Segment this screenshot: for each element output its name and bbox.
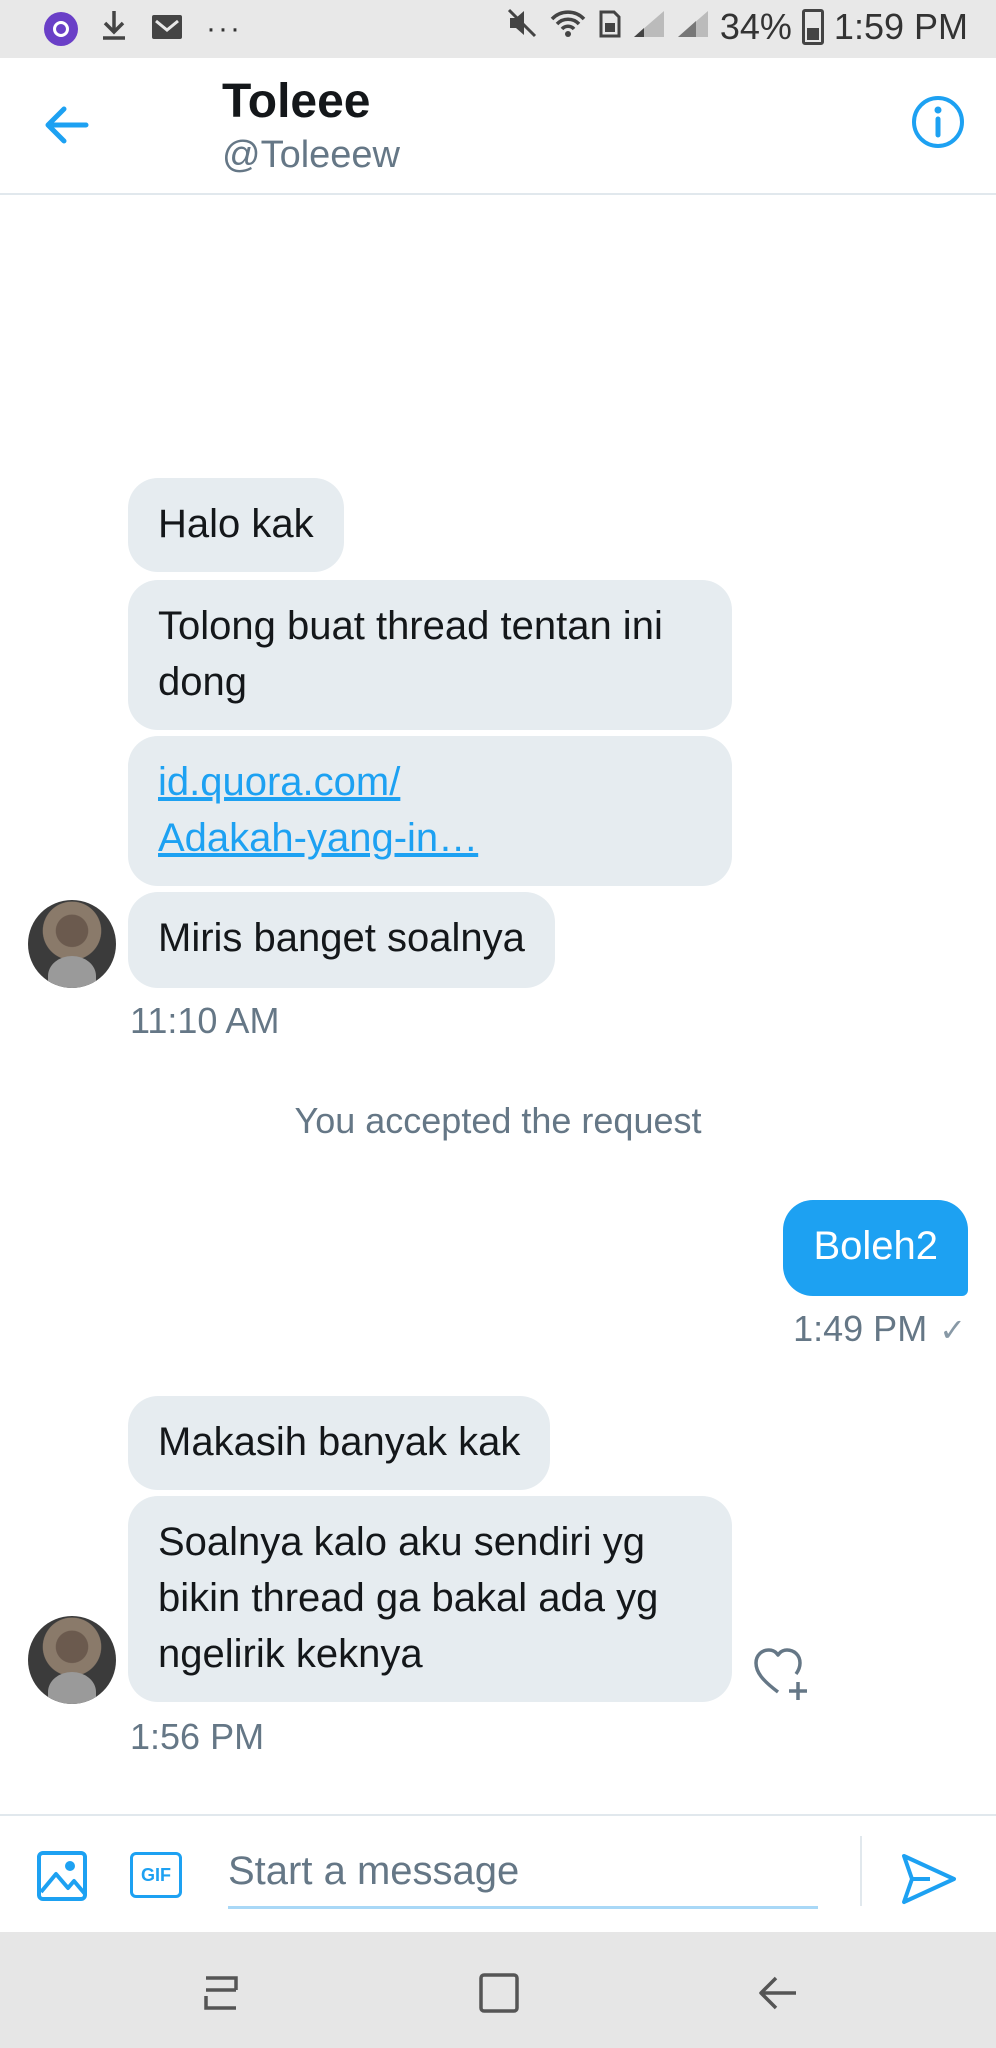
nav-back-icon bbox=[759, 1976, 796, 2010]
heart-plus-icon bbox=[754, 1648, 807, 1700]
clock: 1:59 PM bbox=[833, 6, 968, 47]
system-navigation-bar bbox=[0, 1932, 996, 2048]
download-icon bbox=[100, 8, 128, 50]
outgoing-timestamp-row: 1:49 PM ✓ bbox=[793, 1308, 966, 1350]
signal-icon-1 bbox=[632, 6, 666, 48]
more-notifications-icon: ··· bbox=[206, 12, 242, 45]
message-bubble-incoming[interactable]: Tolong buat thread tentan ini dong bbox=[128, 580, 732, 730]
status-left: ··· bbox=[44, 8, 242, 50]
conversation-title[interactable]: Toleee bbox=[222, 74, 371, 129]
avatar[interactable] bbox=[28, 900, 116, 988]
send-button[interactable] bbox=[900, 1850, 958, 1908]
composer-divider bbox=[860, 1836, 862, 1906]
image-icon bbox=[37, 1851, 87, 1901]
sent-check-icon: ✓ bbox=[939, 1312, 966, 1348]
home-button[interactable] bbox=[474, 1970, 524, 2016]
mail-icon bbox=[150, 8, 184, 50]
message-bubble-incoming[interactable]: Halo kak bbox=[128, 478, 344, 572]
message-timestamp: 1:56 PM bbox=[130, 1716, 265, 1757]
sim-card-icon bbox=[598, 6, 622, 48]
conversation-header: Toleee @Toleeew bbox=[0, 58, 996, 195]
add-photo-button[interactable] bbox=[36, 1850, 88, 1902]
signal-icon-2 bbox=[676, 6, 710, 48]
message-bubble-incoming[interactable]: Miris banget soalnya bbox=[128, 892, 555, 988]
message-input[interactable] bbox=[228, 1836, 818, 1909]
conversation-handle[interactable]: @Toleeew bbox=[222, 134, 400, 177]
message-link[interactable]: id.quora.com/ Adakah-yang-in… bbox=[158, 760, 478, 860]
battery-icon bbox=[801, 9, 824, 45]
send-icon bbox=[902, 1854, 956, 1904]
message-link-bubble[interactable]: id.quora.com/ Adakah-yang-in… bbox=[128, 736, 732, 886]
info-icon bbox=[912, 96, 964, 148]
back-arrow-icon bbox=[45, 106, 89, 144]
recent-apps-button[interactable] bbox=[196, 1970, 246, 2016]
message-timestamp: 1:49 PM bbox=[793, 1308, 928, 1349]
message-bubble-incoming[interactable]: Makasih banyak kak bbox=[128, 1396, 551, 1490]
avatar[interactable] bbox=[28, 1616, 116, 1704]
battery-percent: 34% bbox=[719, 6, 792, 47]
home-icon bbox=[479, 1973, 519, 2013]
back-button[interactable] bbox=[40, 100, 100, 150]
wifi-icon bbox=[548, 6, 588, 48]
nav-back-button[interactable] bbox=[754, 1970, 804, 2016]
status-right: 34% 1:59 PM bbox=[506, 6, 968, 48]
recent-apps-icon bbox=[204, 1976, 238, 2010]
message-composer: GIF bbox=[0, 1814, 996, 1934]
mute-icon bbox=[506, 6, 538, 48]
app-notification-icon bbox=[44, 12, 78, 46]
request-accepted-note: You accepted the request bbox=[294, 1100, 702, 1141]
like-message-button[interactable] bbox=[752, 1644, 812, 1704]
message-bubble-incoming[interactable]: Soalnya kalo aku sendiri yg bikin thread… bbox=[128, 1496, 732, 1702]
message-timestamp: 11:10 AM bbox=[130, 1000, 280, 1041]
info-button[interactable] bbox=[910, 94, 966, 150]
message-bubble-outgoing[interactable]: Boleh2 bbox=[783, 1200, 968, 1296]
status-bar: ··· 34% 1:59 PM bbox=[0, 0, 996, 58]
add-gif-button[interactable]: GIF bbox=[130, 1852, 182, 1898]
